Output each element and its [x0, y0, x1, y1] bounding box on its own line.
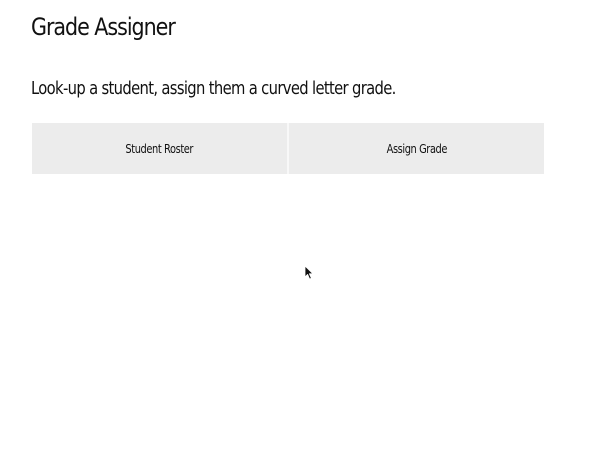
mouse-pointer-icon [304, 265, 314, 280]
tab-student-roster-label: Student Roster [125, 141, 194, 156]
tab-student-roster[interactable]: Student Roster [32, 123, 287, 174]
page-title: Grade Assigner [31, 13, 176, 41]
tab-assign-grade[interactable]: Assign Grade [287, 123, 544, 174]
tab-assign-grade-label: Assign Grade [386, 141, 447, 156]
page-subtitle: Look-up a student, assign them a curved … [31, 78, 396, 99]
tab-bar: Student Roster Assign Grade [32, 123, 544, 174]
grade-assigner-page: Grade Assigner Look-up a student, assign… [0, 0, 600, 462]
